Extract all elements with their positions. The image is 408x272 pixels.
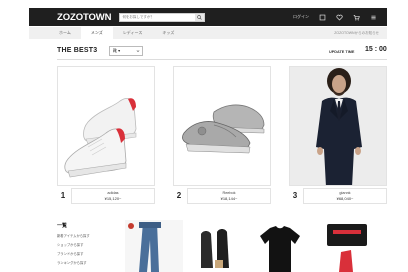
sidebar-link[interactable]: ランキングから探す [57, 260, 87, 265]
product-thumbnail[interactable] [125, 220, 183, 272]
product-info[interactable]: Reebok ¥18,144~ [187, 188, 271, 204]
product-thumbnail[interactable] [323, 220, 371, 272]
ranking-card[interactable]: 1 adidas ¥15,120~ [57, 66, 155, 204]
ranking-card[interactable]: 3 giannk ¥68,040~ [289, 66, 387, 204]
search-button[interactable] [194, 13, 205, 21]
product-info[interactable]: adidas ¥15,120~ [71, 188, 155, 204]
product-thumbnail[interactable] [250, 220, 310, 272]
promo-link[interactable]: ZOZOTOWNからのお知らせ [334, 31, 379, 36]
tab-ladies[interactable]: レディース [113, 27, 153, 39]
rank-number: 2 [176, 191, 182, 200]
divider [57, 59, 387, 60]
rank-number: 3 [292, 191, 298, 200]
search-input[interactable] [120, 13, 195, 21]
tab-home[interactable]: ホーム [49, 27, 81, 39]
cart-icon[interactable] [353, 14, 360, 21]
price: ¥68,040~ [336, 196, 354, 201]
sidebar-link[interactable]: ショップから探す [57, 242, 83, 247]
list-title: 一覧 [57, 223, 68, 229]
sidebar-link[interactable]: ブランドから探す [57, 251, 83, 256]
rank-number: 1 [60, 191, 66, 200]
top-header: ZOZOTOWN ログイン [29, 8, 387, 26]
chevron-down-icon [136, 50, 140, 52]
category-select-value: 靴 ▾ [113, 48, 121, 53]
update-time-label: UPDATE TIME [329, 50, 355, 54]
tab-kids[interactable]: キッズ [152, 27, 184, 39]
ranking-card[interactable]: 2 Reebok ¥18,144~ [173, 66, 271, 204]
product-image[interactable] [173, 66, 271, 186]
menu-icon[interactable] [370, 14, 377, 21]
login-link[interactable]: ログイン [293, 14, 309, 20]
notification-icon[interactable] [319, 14, 326, 21]
section-title: THE BEST3 [57, 47, 98, 54]
tab-mens[interactable]: メンズ [80, 27, 113, 39]
search-icon [197, 14, 202, 20]
sidebar-link[interactable]: 新着アイテムから探す [57, 233, 90, 238]
product-thumbnail[interactable] [193, 220, 245, 272]
site-logo[interactable]: ZOZOTOWN [57, 12, 112, 23]
search-box[interactable] [119, 12, 206, 22]
product-info[interactable]: giannk ¥68,040~ [303, 188, 387, 204]
category-select[interactable]: 靴 ▾ [109, 46, 143, 56]
price: ¥18,144~ [220, 196, 238, 201]
update-time-value: 15 : 00 [365, 46, 387, 53]
price: ¥15,120~ [104, 196, 122, 201]
heart-icon[interactable] [336, 14, 343, 21]
product-image[interactable] [57, 66, 155, 186]
category-nav: ホーム メンズ レディース キッズ ZOZOTOWNからのお知らせ [29, 27, 387, 39]
product-image[interactable] [289, 66, 387, 186]
